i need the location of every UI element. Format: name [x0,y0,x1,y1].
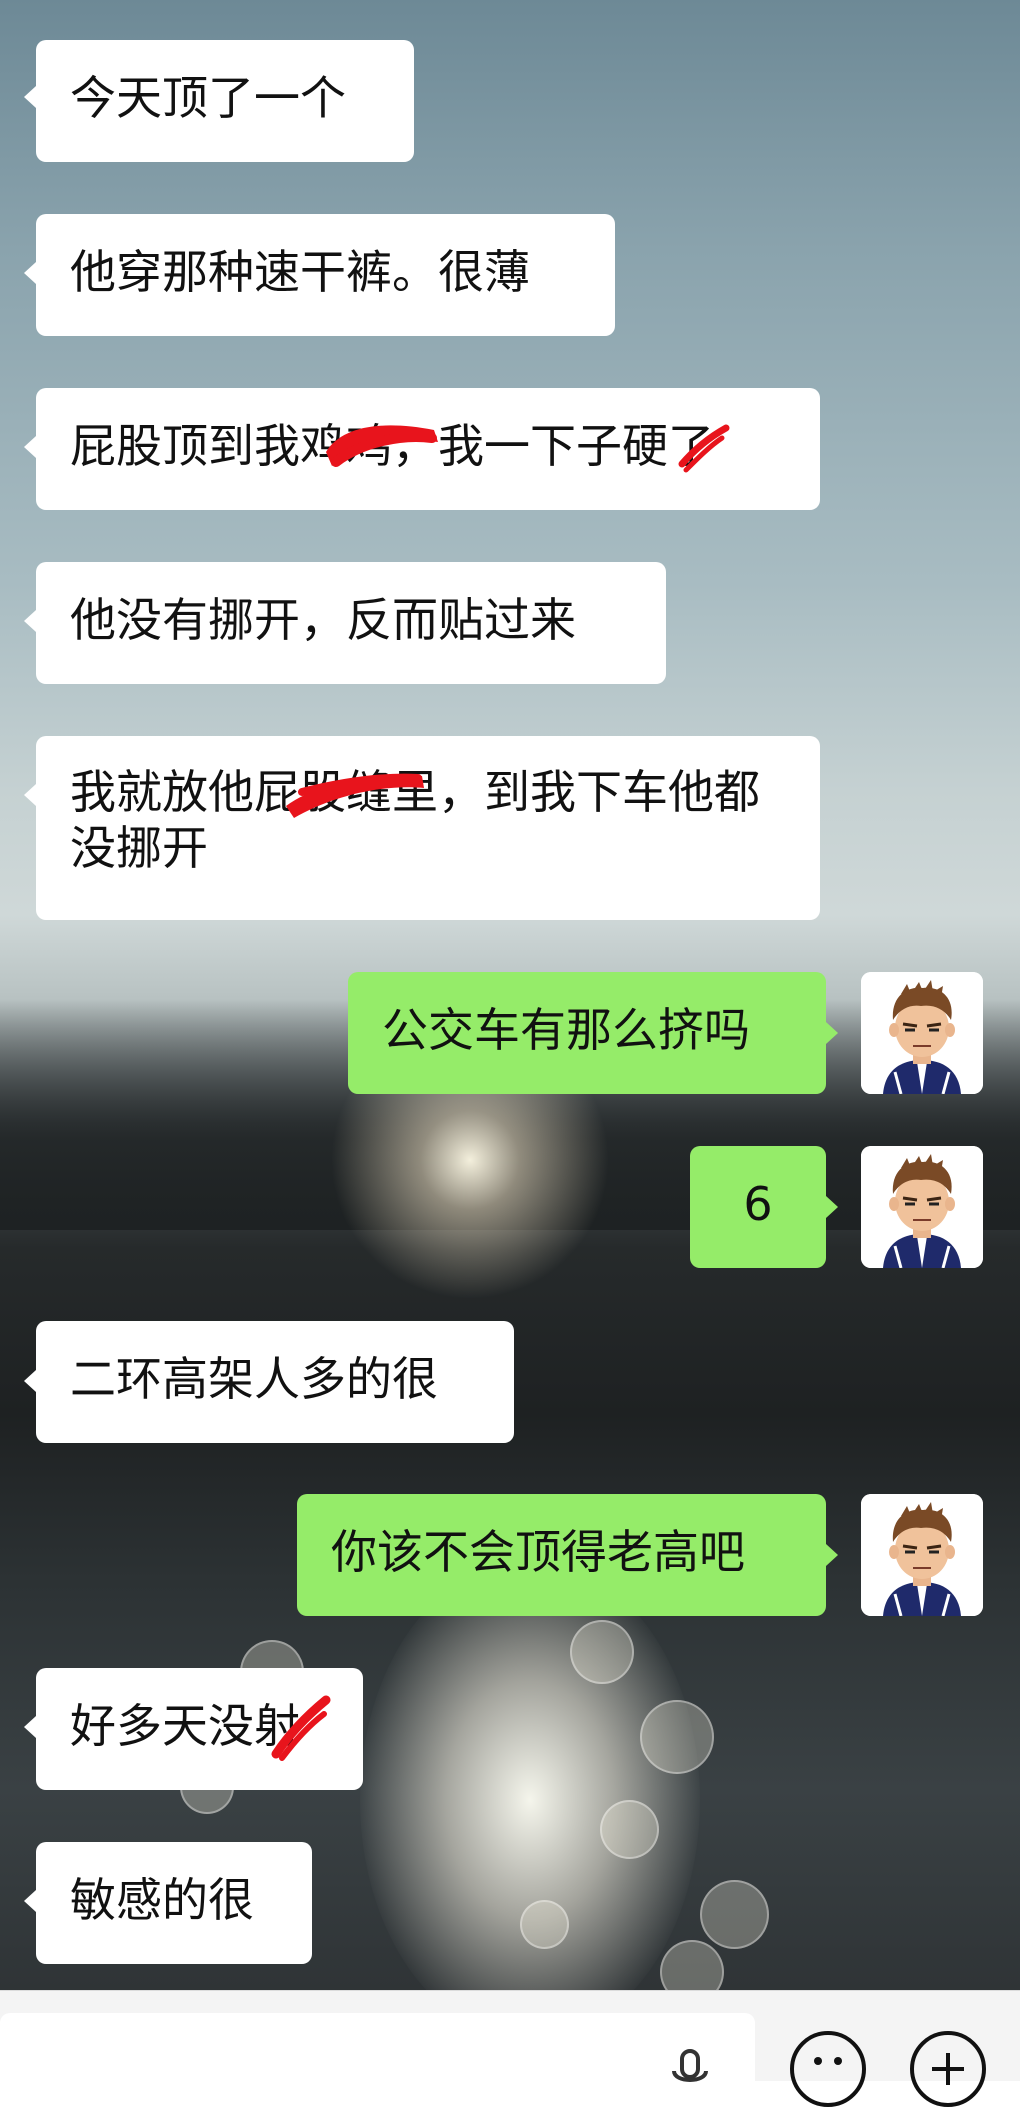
avatar[interactable] [861,972,983,1094]
message-input[interactable] [0,2013,755,2103]
message-bubble[interactable]: 今天顶了一个 [36,40,414,162]
bubble-tail [24,1716,36,1738]
message-list[interactable]: 今天顶了一个 他穿那种速干裤。很薄 屁股顶到我鸡鸡，我一下子硬了 他没有挪开，反… [0,0,1020,1990]
emoji-eye [834,2057,842,2065]
message-bubble[interactable]: 屁股顶到我鸡鸡，我一下子硬了 [36,388,820,510]
avatar-image [861,1494,983,1616]
message-bubble[interactable]: 二环高架人多的很 [36,1321,514,1443]
bubble-tail [24,86,36,108]
message-bubble[interactable]: 我就放他屁股缝里，到我下车他都没挪开 [36,736,820,920]
avatar[interactable] [861,1494,983,1616]
plus-bar [946,2053,950,2085]
bubble-tail [24,262,36,284]
message-bubble[interactable]: 公交车有那么挤吗 [348,972,826,1094]
message-bubble[interactable]: 他没有挪开，反而贴过来 [36,562,666,684]
plus-icon[interactable] [910,2031,986,2107]
bubble-tail [24,784,36,806]
message-bubble[interactable]: 好多天没射 [36,1668,363,1790]
bubble-tail [24,1370,36,1392]
message-bubble[interactable]: 敏感的很 [36,1842,312,1964]
bubble-tail [24,1890,36,1912]
message-bubble[interactable]: 你该不会顶得老高吧 [297,1494,826,1616]
avatar-image [861,972,983,1094]
avatar[interactable] [861,1146,983,1268]
bubble-tail [24,436,36,458]
microphone-icon[interactable] [668,2049,712,2089]
bubble-tail [826,1196,838,1218]
emoji-icon[interactable] [790,2031,866,2107]
bubble-tail [826,1022,838,1044]
emoji-eye [814,2057,822,2065]
input-bar [0,1990,1020,2107]
message-bubble[interactable]: 6 [690,1146,826,1268]
bubble-tail [826,1544,838,1566]
message-bubble[interactable]: 他穿那种速干裤。很薄 [36,214,615,336]
avatar-image [861,1146,983,1268]
bubble-tail [24,610,36,632]
